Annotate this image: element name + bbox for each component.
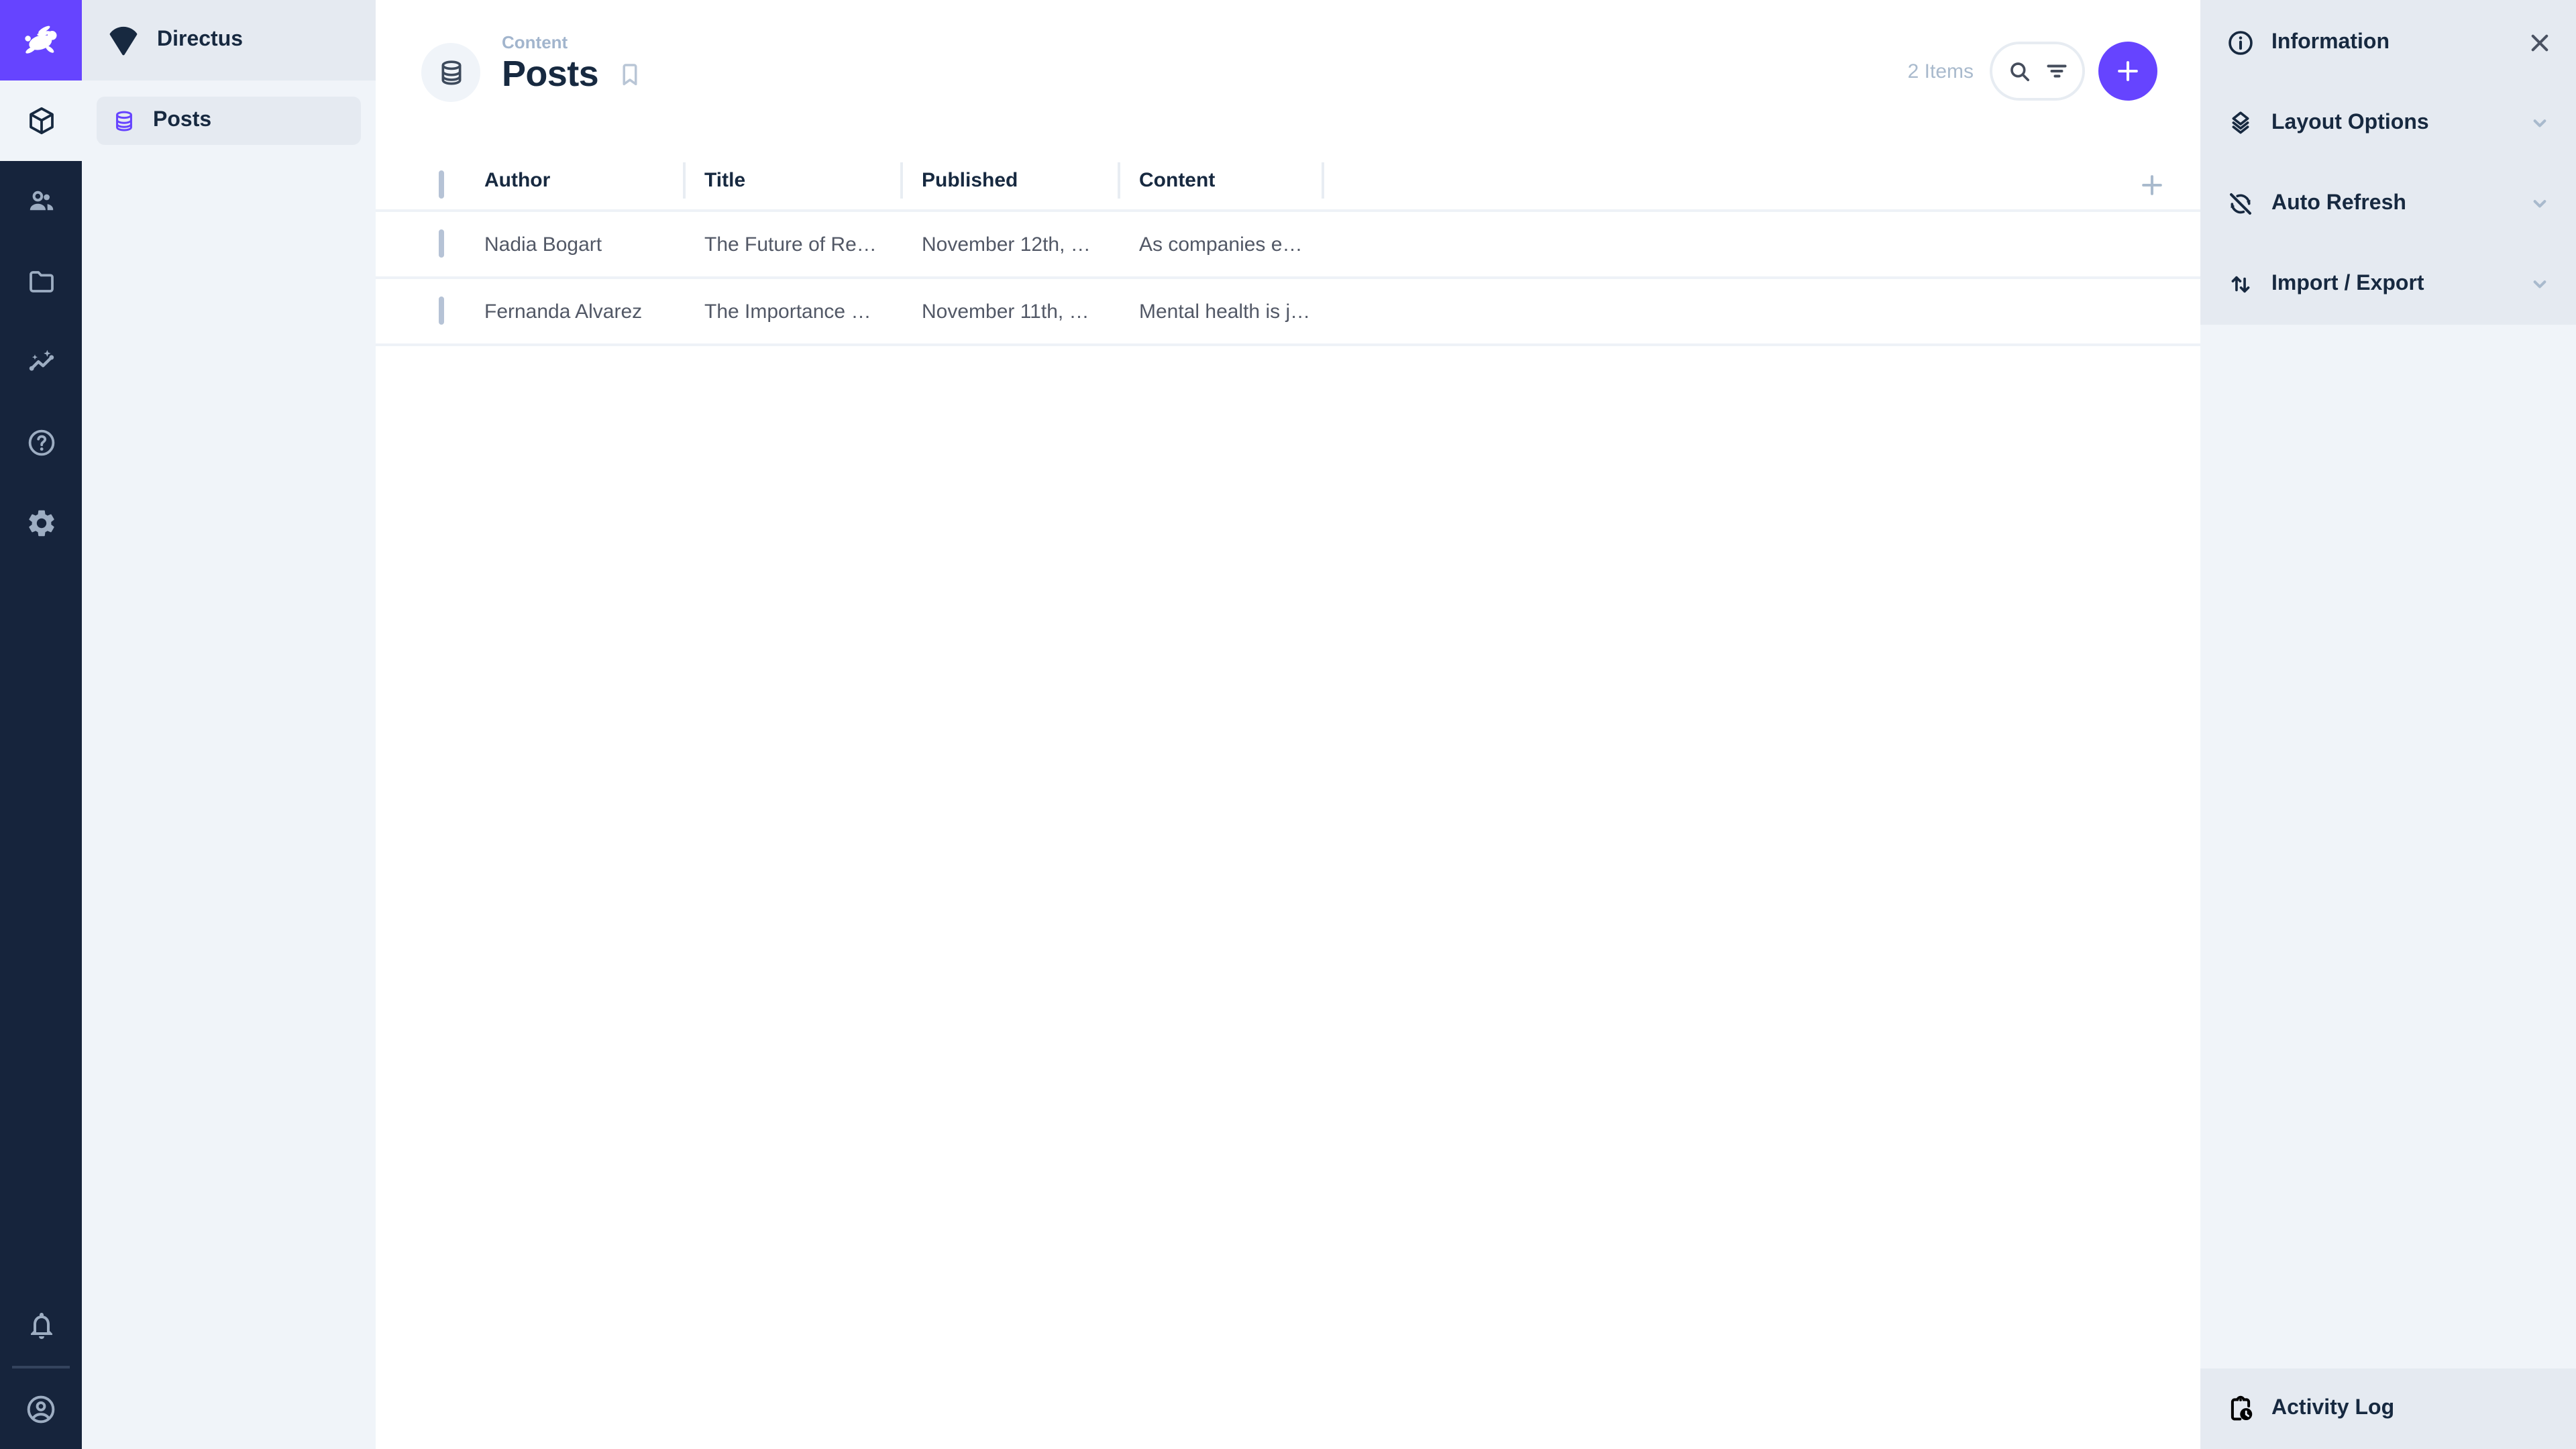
sidebar-section-auto-refresh[interactable]: Auto Refresh	[2200, 164, 2576, 244]
app-window: Directus Posts Content Posts 2 Items Aut…	[0, 0, 2576, 1449]
import-export-icon	[2226, 270, 2255, 299]
database-icon	[111, 108, 137, 133]
module-help[interactable]	[0, 402, 82, 483]
sidebar-section-label: Layout Options	[2271, 111, 2429, 134]
sidebar-sections: Information Layout Options Auto Refresh …	[2200, 0, 2576, 325]
module-users[interactable]	[0, 161, 82, 241]
notifications-button[interactable]	[0, 1285, 82, 1366]
chevron-down-icon[interactable]	[2525, 189, 2555, 219]
page-title: Posts	[502, 54, 599, 94]
layers-icon	[2226, 109, 2255, 138]
collection-avatar	[421, 43, 480, 102]
bell-icon	[25, 1309, 57, 1342]
table-header-row: Author Title Published Content	[376, 160, 2200, 212]
project-header[interactable]: Directus	[82, 0, 376, 80]
chevron-down-icon[interactable]	[2525, 109, 2555, 138]
column-header-published[interactable]: Published	[903, 161, 1120, 200]
header-actions: 2 Items	[1908, 42, 2157, 101]
cell-author: Fernanda Alvarez	[484, 300, 643, 323]
module-insights[interactable]	[0, 322, 82, 402]
select-all-checkbox[interactable]	[439, 170, 444, 198]
people-icon	[25, 185, 57, 217]
module-settings[interactable]	[0, 483, 82, 564]
module-content[interactable]	[0, 80, 82, 161]
column-header-title[interactable]: Title	[686, 161, 903, 200]
database-icon	[435, 57, 466, 88]
filter-icon[interactable]	[2043, 58, 2070, 85]
sync-disabled-icon	[2226, 189, 2255, 219]
add-item-button[interactable]	[2098, 42, 2157, 101]
insights-icon	[25, 346, 57, 378]
table-row[interactable]: Nadia Bogart The Future of Re… November …	[376, 212, 2200, 279]
bookmark-icon[interactable]	[616, 60, 644, 89]
row-checkbox[interactable]	[439, 297, 444, 325]
module-files[interactable]	[0, 241, 82, 322]
sidebar-section-information[interactable]: Information	[2200, 3, 2576, 83]
row-checkbox[interactable]	[439, 229, 444, 258]
folder-icon	[25, 266, 57, 298]
sidebar-section-label: Import / Export	[2271, 272, 2424, 295]
search-icon[interactable]	[2005, 58, 2032, 85]
table-row[interactable]: Fernanda Alvarez The Importance … Novemb…	[376, 279, 2200, 346]
plus-icon	[2113, 56, 2143, 86]
nav-sidebar: Directus Posts	[82, 0, 376, 1449]
cell-content: As companies e…	[1139, 233, 1303, 256]
right-sidebar: Information Layout Options Auto Refresh …	[2200, 0, 2576, 1449]
help-icon	[25, 427, 57, 459]
close-icon[interactable]	[2525, 28, 2555, 58]
add-column-button[interactable]	[2137, 170, 2167, 199]
clipboard-clock-icon	[2226, 1394, 2255, 1424]
cell-title: The Future of Re…	[704, 233, 877, 256]
nav-item-posts[interactable]: Posts	[97, 97, 361, 145]
box-icon	[25, 105, 57, 137]
project-name: Directus	[157, 28, 244, 51]
cell-author: Nadia Bogart	[484, 233, 602, 256]
items-table: Author Title Published Content Nadia Bog…	[376, 160, 2200, 346]
fan-logo-icon	[106, 23, 141, 58]
column-header-author[interactable]: Author	[484, 161, 686, 200]
account-button[interactable]	[0, 1368, 82, 1449]
breadcrumb[interactable]: Content	[502, 32, 644, 52]
rabbit-icon	[18, 17, 64, 63]
search-filter-pill[interactable]	[1990, 42, 2085, 101]
cell-published: November 11th, …	[922, 300, 1089, 323]
module-bar	[0, 0, 82, 1449]
cell-content: Mental health is j…	[1139, 300, 1311, 323]
sidebar-section-label: Information	[2271, 31, 2390, 54]
sidebar-section-import-export[interactable]: Import / Export	[2200, 244, 2576, 325]
nav-items: Posts	[82, 80, 376, 161]
page-header: Content Posts 2 Items	[376, 0, 2200, 160]
plus-icon	[2137, 170, 2167, 199]
sidebar-section-layout-options[interactable]: Layout Options	[2200, 83, 2576, 164]
chevron-down-icon[interactable]	[2525, 270, 2555, 299]
title-block: Content Posts	[502, 32, 644, 95]
avatar-icon	[24, 1392, 58, 1426]
main-content: Content Posts 2 Items Author Title Publi…	[376, 0, 2200, 1449]
item-count: 2 Items	[1907, 60, 1974, 83]
activity-log-label: Activity Log	[2271, 1397, 2395, 1419]
cell-title: The Importance …	[704, 300, 871, 323]
nav-item-label: Posts	[153, 109, 212, 131]
activity-log-button[interactable]: Activity Log	[2200, 1368, 2576, 1449]
directus-logo[interactable]	[0, 0, 82, 80]
column-header-content[interactable]: Content	[1120, 161, 1324, 200]
info-icon	[2226, 28, 2255, 58]
sidebar-section-label: Auto Refresh	[2271, 192, 2406, 215]
cell-published: November 12th, …	[922, 233, 1091, 256]
gear-icon	[25, 507, 57, 539]
